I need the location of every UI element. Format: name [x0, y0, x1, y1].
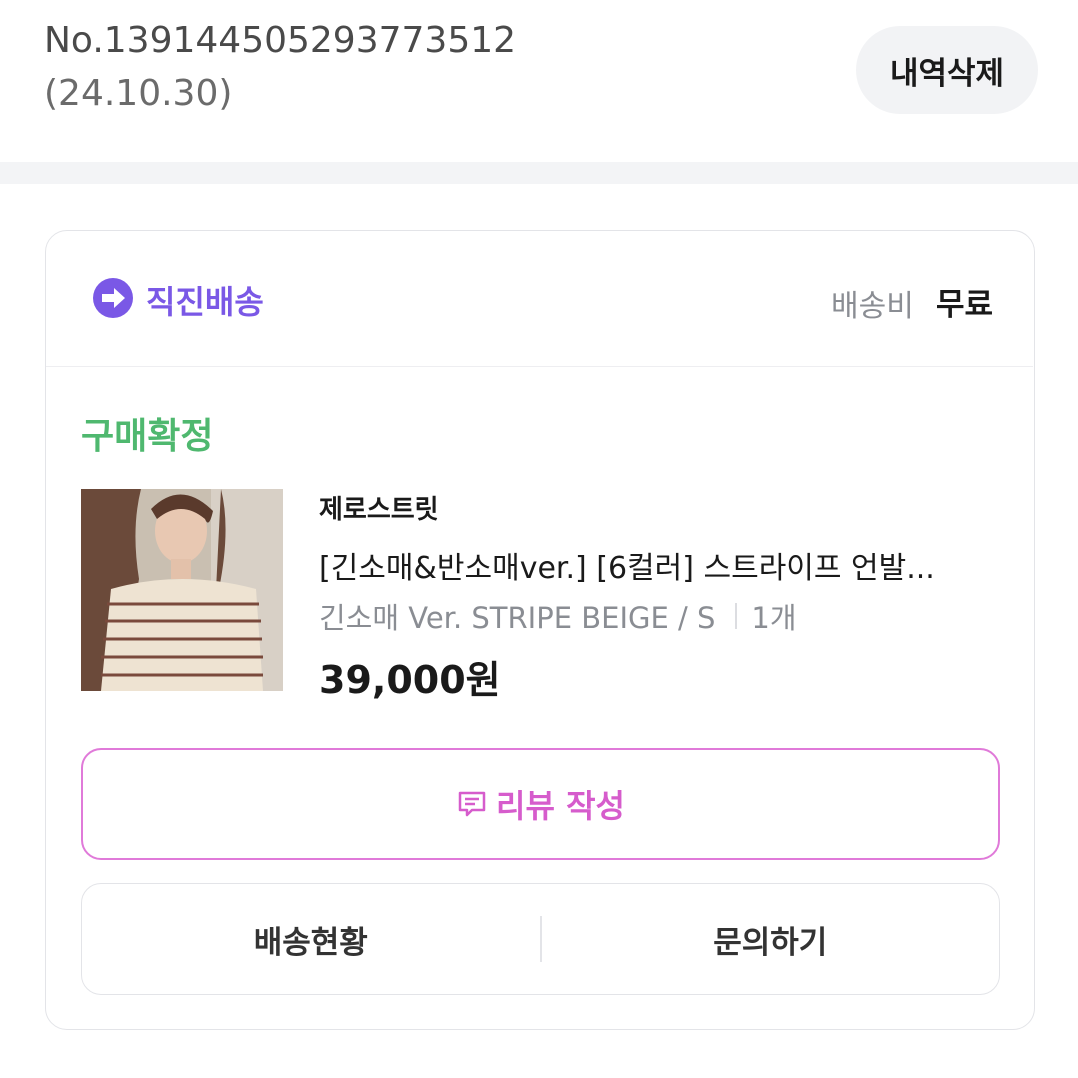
order-status: 구매확정 [81, 416, 214, 457]
order-number: No.139144505293773512 [44, 20, 517, 61]
order-date: (24.10.30) [44, 73, 233, 114]
section-divider [0, 162, 1078, 184]
product-option-row: 긴소매 Ver. STRIPE BEIGE / S 1개 [319, 595, 797, 637]
delete-history-button[interactable]: 내역삭제 [856, 26, 1038, 114]
order-item-card: 직진배송 배송비 무료 구매확정 제로스트릿 [긴소매&반소매ver.] [6컬… [45, 230, 1035, 1030]
product-thumbnail[interactable] [81, 489, 283, 691]
product-option: 긴소매 Ver. STRIPE BEIGE / S [319, 601, 716, 635]
product-name[interactable]: [긴소매&반소매ver.] [6컬러] 스트라이프 언발... [319, 543, 1009, 587]
arrow-circle-icon [93, 278, 133, 318]
inquiry-button[interactable]: 문의하기 [542, 884, 1000, 994]
product-quantity: 1개 [751, 601, 797, 635]
shipping-type-label: 직진배송 [146, 283, 264, 321]
shipping-fee-value: 무료 [936, 287, 994, 323]
review-chat-icon [458, 791, 486, 817]
product-photo [81, 489, 283, 691]
shipping-row: 직진배송 배송비 무료 [46, 231, 1033, 367]
option-separator [735, 603, 738, 629]
brand-name[interactable]: 제로스트릿 [319, 489, 439, 526]
order-header: No.139144505293773512 (24.10.30) 내역삭제 [0, 0, 1078, 162]
product-price: 39,000원 [319, 658, 501, 702]
action-button-group: 배송현황 문의하기 [81, 883, 1000, 995]
write-review-button[interactable]: 리뷰 작성 [81, 748, 1000, 860]
write-review-label: 리뷰 작성 [496, 787, 625, 825]
shipping-fee-label: 배송비 [831, 289, 914, 324]
shipping-status-button[interactable]: 배송현황 [82, 884, 540, 994]
